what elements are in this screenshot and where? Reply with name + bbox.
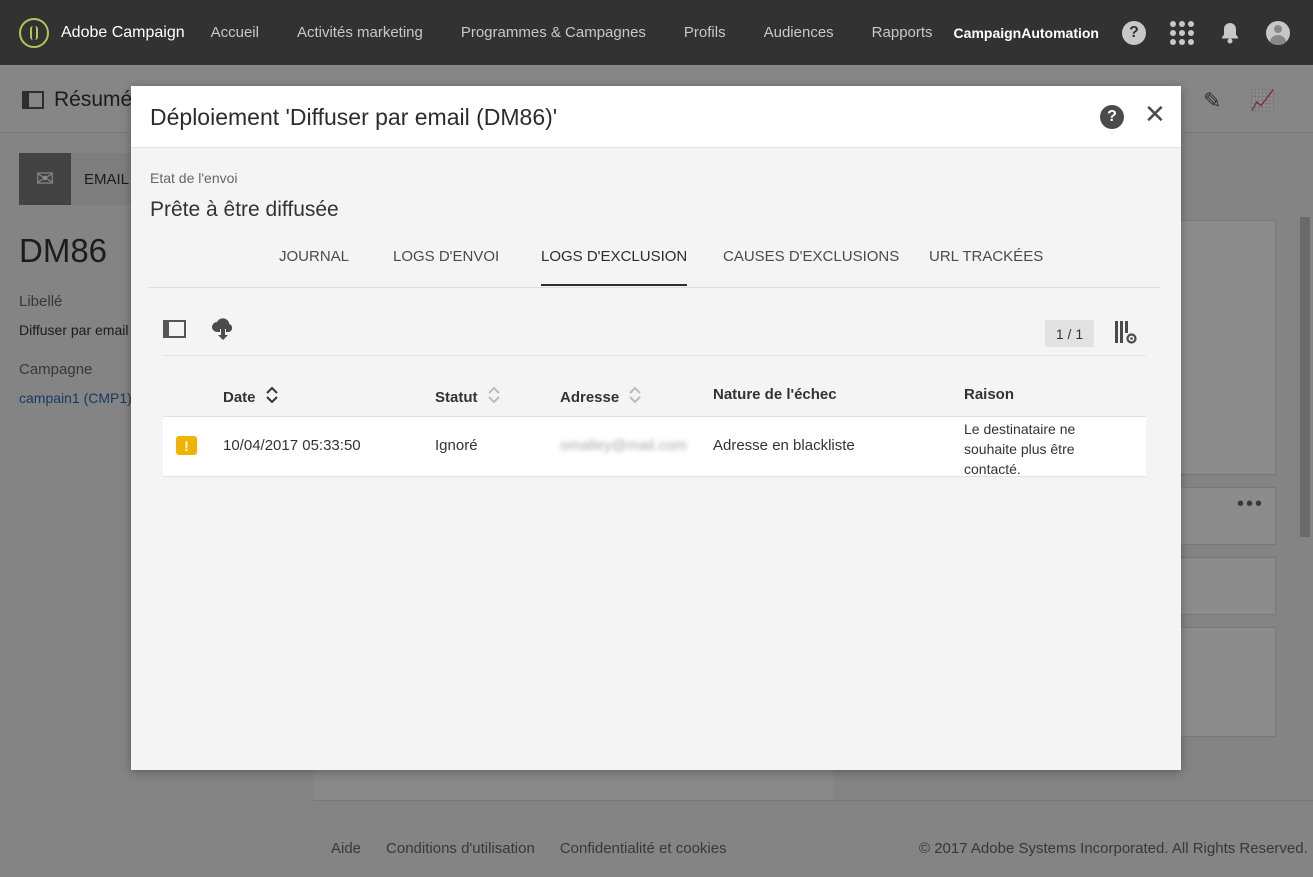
column-header-raison[interactable]: Raison	[964, 386, 1014, 403]
modal-header: Déploiement 'Diffuser par email (DM86)' …	[131, 86, 1181, 148]
nav-item-rapports[interactable]: Rapports	[872, 24, 933, 41]
row-date: 10/04/2017 05:33:50	[223, 437, 361, 454]
column-header-adresse[interactable]: Adresse	[560, 386, 641, 408]
toggle-panel-icon[interactable]	[163, 320, 186, 338]
nav-item-activites-marketing[interactable]: Activités marketing	[297, 24, 423, 41]
table-header: Date Statut Adresse Nature de l'échec Ra…	[163, 376, 1146, 416]
tab-causes-exclusions[interactable]: CAUSES D'EXCLUSIONS	[723, 248, 899, 265]
help-glyph: ?	[1122, 20, 1146, 45]
nav-item-programmes-campagnes[interactable]: Programmes & Campagnes	[461, 24, 646, 41]
modal-help-icon[interactable]: ?	[1100, 105, 1124, 129]
row-failure-nature: Adresse en blackliste	[713, 437, 855, 454]
top-navigation-bar: Adobe Campaign Accueil Activités marketi…	[0, 0, 1313, 65]
exclusion-logs-table: Date Statut Adresse Nature de l'échec Ra…	[163, 376, 1146, 477]
row-reason: Le destinataire ne souhaite plus être co…	[964, 421, 1076, 477]
column-date-label: Date	[223, 388, 256, 406]
sort-icon[interactable]	[629, 386, 641, 408]
tab-journal[interactable]: JOURNAL	[279, 248, 349, 265]
row-address: omalley@mail.com	[560, 437, 687, 454]
brand[interactable]: Adobe Campaign	[19, 17, 194, 48]
sort-icon[interactable]	[265, 386, 278, 408]
nav-item-audiences[interactable]: Audiences	[764, 24, 834, 41]
column-adresse-label: Adresse	[560, 388, 620, 406]
modal-tabs: JOURNAL LOGS D'ENVOI LOGS D'EXCLUSION CA…	[149, 236, 1161, 288]
column-header-date[interactable]: Date	[223, 386, 278, 408]
account-name[interactable]: CampaignAutomation	[954, 25, 1099, 41]
modal-title: Déploiement 'Diffuser par email (DM86)'	[150, 104, 558, 130]
notification-bell-icon[interactable]	[1217, 20, 1243, 46]
table-row[interactable]: ! 10/04/2017 05:33:50 Ignoré omalley@mai…	[163, 416, 1146, 477]
warning-icon: !	[176, 436, 197, 455]
brand-name: Adobe Campaign	[61, 23, 185, 41]
pagination-indicator: 1 / 1	[1045, 320, 1094, 347]
row-status: Ignoré	[435, 437, 478, 454]
list-toolbar: 1 / 1	[163, 314, 1146, 356]
cloud-download-icon[interactable]	[210, 316, 236, 347]
send-state-label: Etat de l'envoi	[150, 170, 238, 186]
column-header-statut[interactable]: Statut	[435, 386, 500, 408]
help-icon[interactable]: ?	[1121, 20, 1147, 46]
tab-url-trackees[interactable]: URL TRACKÉES	[929, 248, 1043, 265]
top-icons: ?	[1121, 20, 1313, 46]
main-nav: Accueil Activités marketing Programmes &…	[211, 24, 1121, 41]
column-header-nature-echec[interactable]: Nature de l'échec	[713, 386, 837, 403]
adobe-campaign-logo-icon	[19, 17, 49, 48]
user-avatar-icon[interactable]	[1265, 20, 1291, 46]
modal-close-icon[interactable]: ✕	[1144, 101, 1166, 127]
column-settings-icon[interactable]	[1113, 320, 1139, 351]
apps-grid-icon[interactable]	[1169, 20, 1195, 46]
nav-item-accueil[interactable]: Accueil	[211, 24, 259, 41]
nav-item-profils[interactable]: Profils	[684, 24, 726, 41]
column-statut-label: Statut	[435, 388, 478, 406]
tab-logs-envoi[interactable]: LOGS D'ENVOI	[393, 248, 499, 265]
sort-icon[interactable]	[487, 386, 500, 408]
tab-logs-exclusion[interactable]: LOGS D'EXCLUSION	[541, 248, 688, 286]
deployment-modal: Déploiement 'Diffuser par email (DM86)' …	[131, 86, 1181, 770]
send-state-value: Prête à être diffusée	[150, 198, 339, 221]
